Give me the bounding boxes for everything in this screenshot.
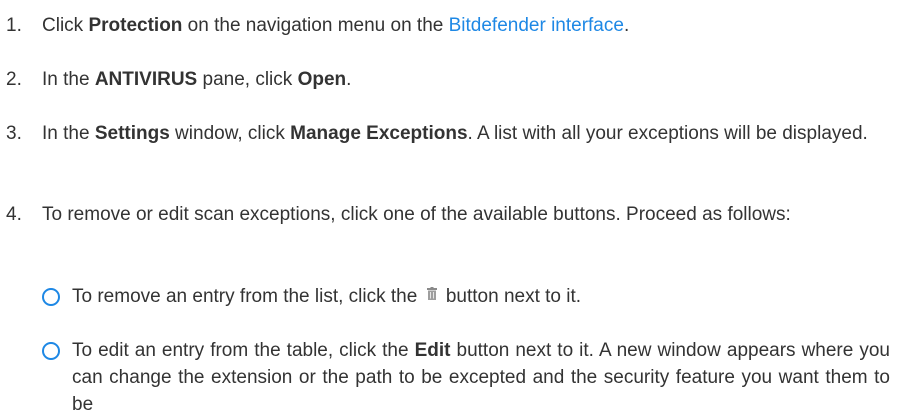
trash-icon [426, 281, 437, 308]
step-4: 4. To remove or edit scan exceptions, cl… [0, 201, 890, 228]
step-number: 3. [6, 123, 22, 144]
bold-protection: Protection [88, 15, 183, 36]
step-text: In the Settings window, click Manage Exc… [42, 123, 868, 144]
step-text: To remove or edit scan exceptions, click… [42, 204, 791, 225]
step-text: In the ANTIVIRUS pane, click Open. [42, 69, 352, 90]
circle-bullet-icon [42, 288, 60, 306]
bold-edit: Edit [414, 340, 451, 361]
sub-item-text: To remove an entry from the list, click … [72, 283, 890, 310]
step-1: 1. Click Protection on the navigation me… [0, 12, 890, 39]
step-number: 1. [6, 15, 22, 36]
bold-manage-exceptions: Manage Exceptions [290, 123, 468, 144]
help-document: 1. Click Protection on the navigation me… [0, 0, 905, 415]
bold-settings: Settings [94, 123, 170, 144]
sub-item-remove: To remove an entry from the list, click … [42, 283, 890, 310]
bitdefender-interface-link[interactable]: Bitdefender interface [449, 15, 624, 36]
step-number: 4. [6, 204, 22, 225]
bold-antivirus: ANTIVIRUS [94, 69, 198, 90]
step-text: Click Protection on the navigation menu … [42, 15, 630, 36]
bold-open: Open [297, 69, 347, 90]
circle-bullet-icon [42, 342, 60, 360]
step-3: 3. In the Settings window, click Manage … [0, 120, 890, 147]
step-number: 2. [6, 69, 22, 90]
step-2: 2. In the ANTIVIRUS pane, click Open. [0, 66, 890, 93]
